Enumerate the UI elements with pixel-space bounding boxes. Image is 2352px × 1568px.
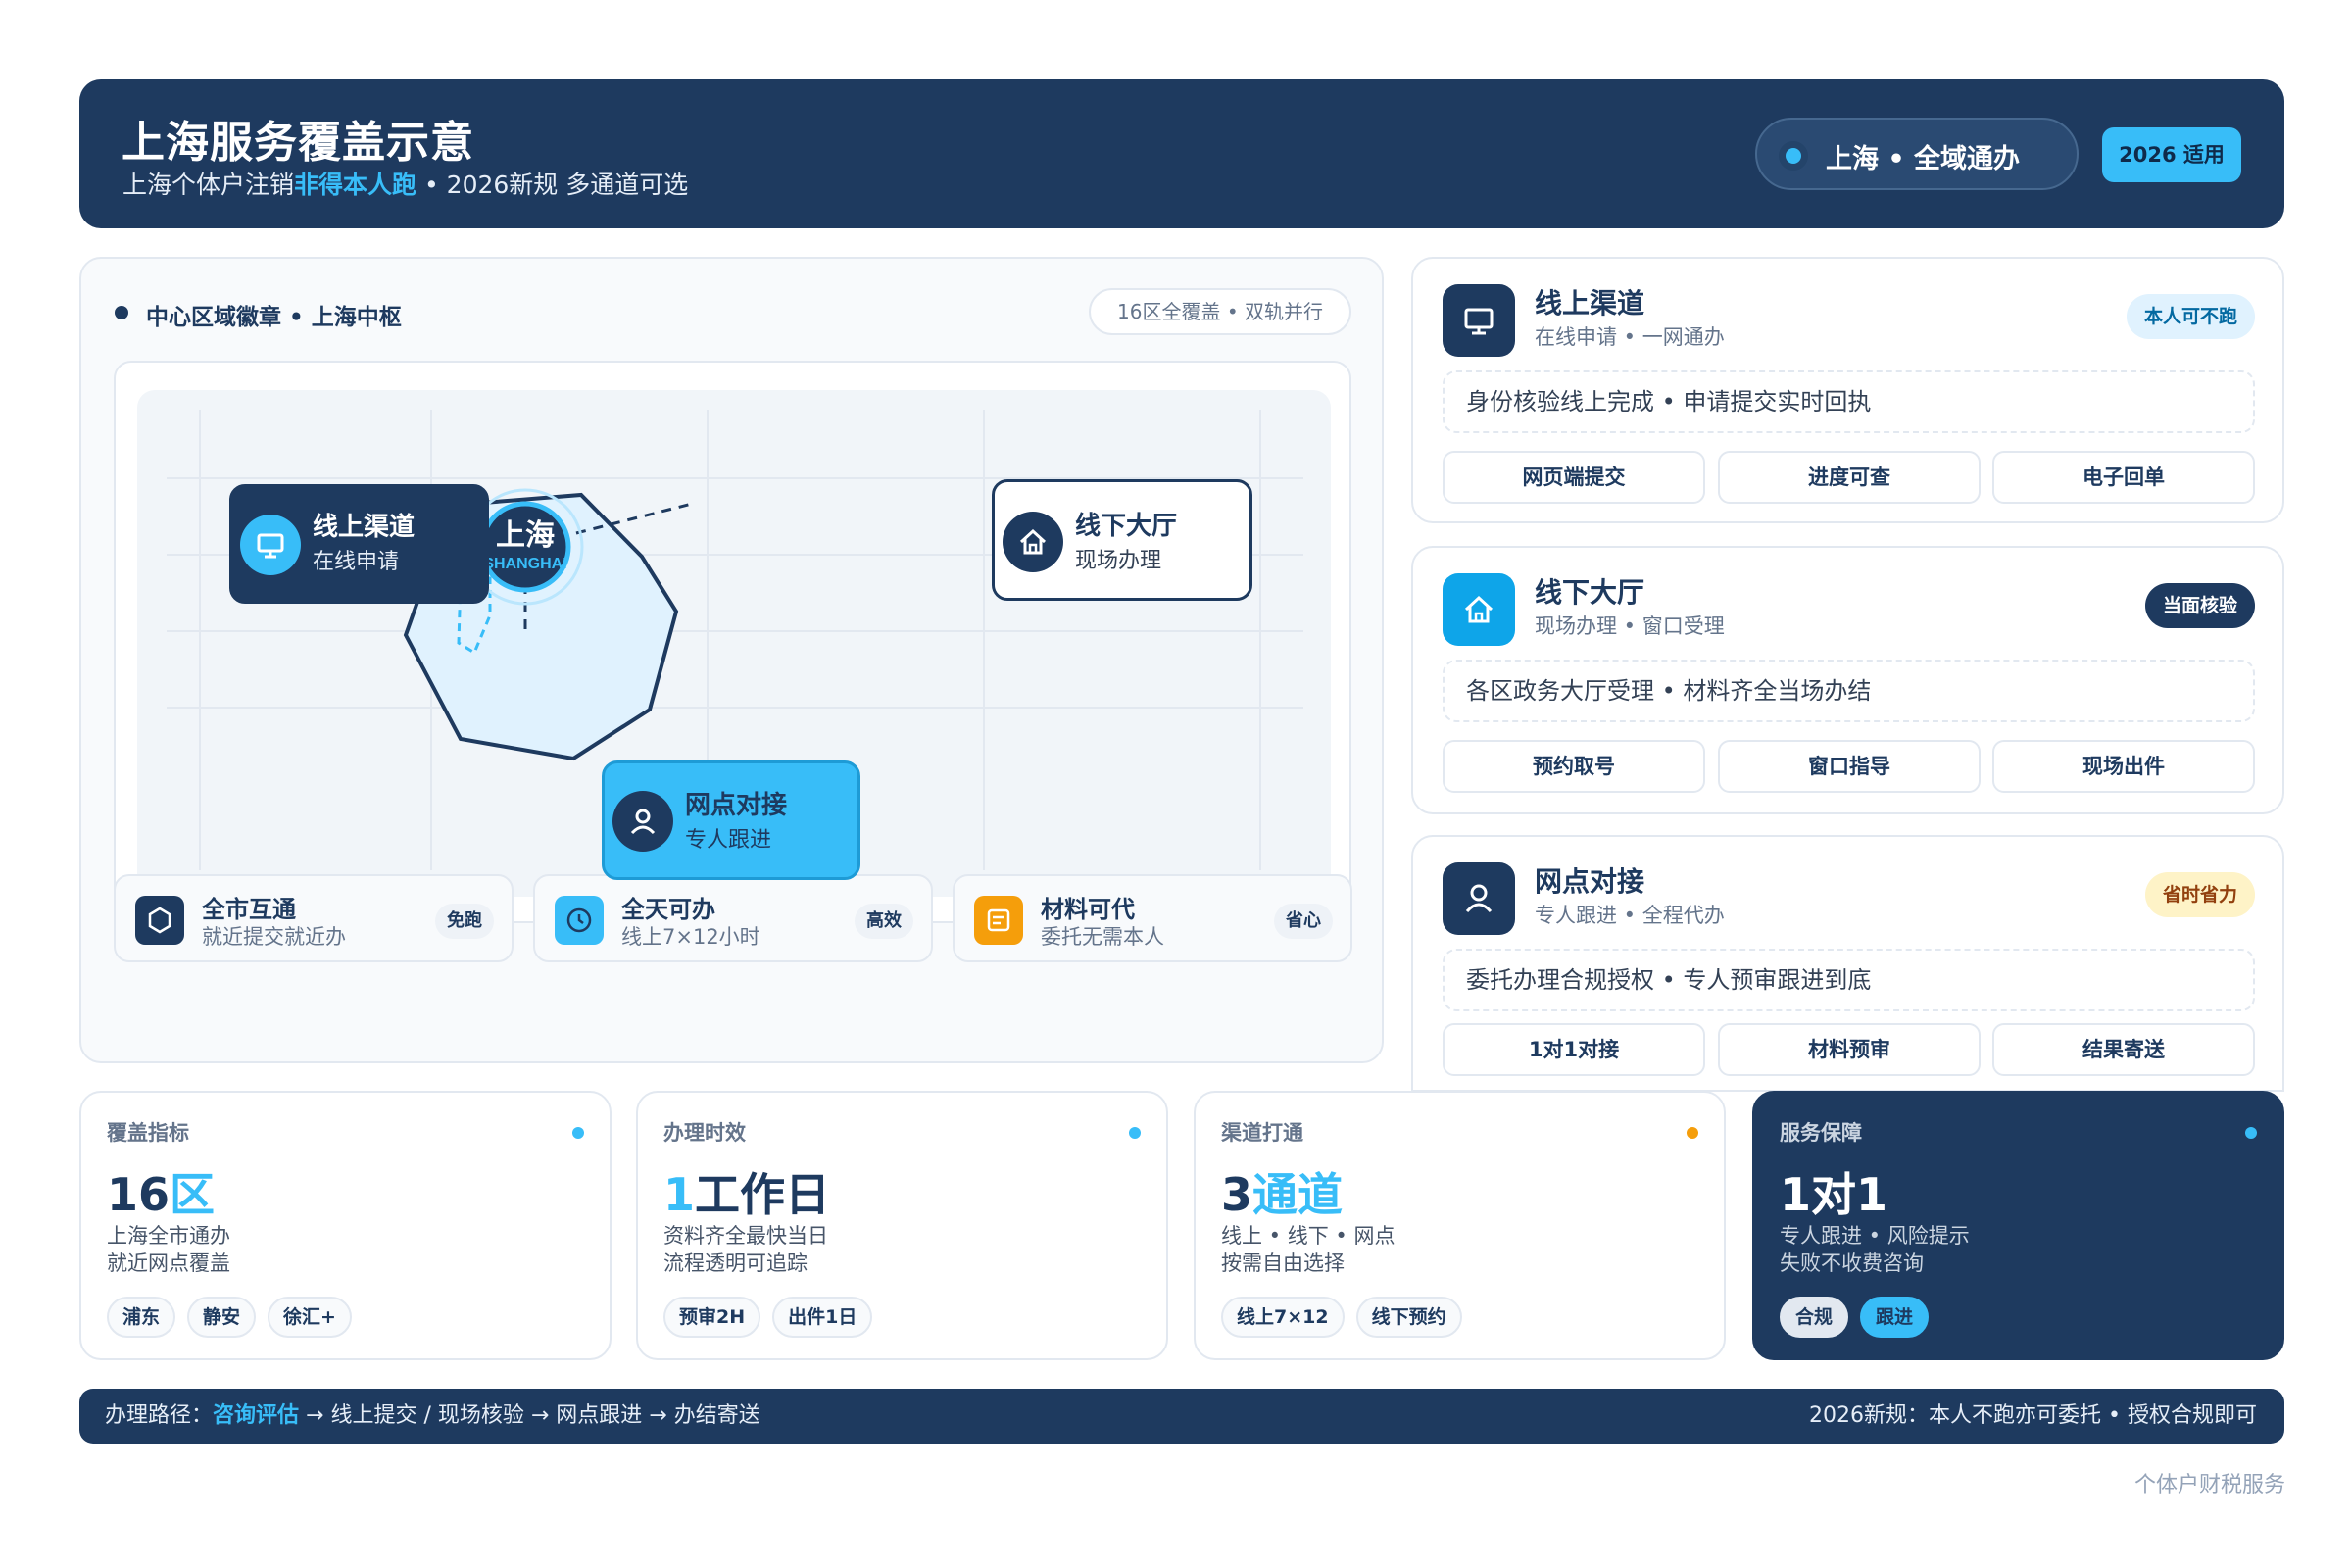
status-dot-icon xyxy=(1129,1127,1141,1139)
chip-pudong[interactable]: 浦东 xyxy=(107,1297,176,1338)
monitor-icon xyxy=(1443,284,1515,357)
channel-card-offline[interactable]: 线下大厅 现场办理 • 窗口受理 当面核验 各区政务大厅受理 • 材料齐全当场办… xyxy=(1411,546,2284,814)
stat-value: 16区 xyxy=(107,1168,216,1221)
status-dot-icon xyxy=(572,1127,584,1139)
button-window-guide[interactable]: 窗口指导 xyxy=(1718,740,1981,793)
user-icon xyxy=(612,791,673,852)
button-onsite-issue[interactable]: 现场出件 xyxy=(1992,740,2255,793)
hexagon-icon xyxy=(135,896,184,945)
stat-value: 1对1 xyxy=(1780,1168,1888,1221)
chip-prereview[interactable]: 预审2H xyxy=(663,1297,761,1338)
coverage-pill: 16区全覆盖 • 双轨并行 xyxy=(1089,288,1351,335)
stat-value: 3通道 xyxy=(1221,1168,1344,1221)
map-section-title: 中心区域徽章 • 上海中枢 xyxy=(146,305,402,330)
button-e-receipt[interactable]: 电子回单 xyxy=(1992,451,2255,504)
stat-value: 1工作日 xyxy=(663,1168,831,1221)
feature-tag: 高效 xyxy=(855,904,913,939)
chip-offline-reserve[interactable]: 线下预约 xyxy=(1355,1297,1462,1338)
location-dot-icon xyxy=(1779,141,1808,171)
button-one-on-one[interactable]: 1对1对接 xyxy=(1443,1023,1705,1076)
header-banner: 上海服务覆盖示意 上海个体户注销非得本人跑 • 2026新规 多通道可选 上海 … xyxy=(79,79,2284,228)
home-icon xyxy=(1003,512,1063,572)
button-material-review[interactable]: 材料预审 xyxy=(1718,1023,1981,1076)
button-web-submit[interactable]: 网页端提交 xyxy=(1443,451,1705,504)
user-icon xyxy=(1443,862,1515,935)
chip-compliance[interactable]: 合规 xyxy=(1780,1297,1849,1338)
year-badge[interactable]: 2026 适用 xyxy=(2102,127,2241,182)
map-card: 中心区域徽章 • 上海中枢 16区全覆盖 • 双轨并行 上海 SHANGHAI … xyxy=(79,257,1384,1063)
button-reserve-number[interactable]: 预约取号 xyxy=(1443,740,1705,793)
subtitle-highlight: 非得本人跑 xyxy=(294,171,417,199)
channel-badge: 省时省力 xyxy=(2144,872,2255,917)
policy-note: 2026新规：本人不跑亦可委托 • 授权合规即可 xyxy=(1809,1403,2257,1428)
chip-issue[interactable]: 出件1日 xyxy=(772,1297,873,1338)
section-dot-icon xyxy=(115,306,128,319)
button-progress-check[interactable]: 进度可查 xyxy=(1718,451,1981,504)
region-pill[interactable]: 上海 • 全域通办 xyxy=(1755,118,2079,190)
channel-badge: 本人可不跑 xyxy=(2126,294,2255,339)
feature-card-all-day[interactable]: 全天可办 线上7×12小时 高效 xyxy=(533,874,933,962)
channel-description: 各区政务大厅受理 • 材料齐全当场办结 xyxy=(1443,660,2255,722)
feature-tag: 免跑 xyxy=(435,904,494,939)
process-path-highlight: 咨询评估 xyxy=(213,1403,300,1428)
chip-follow-up[interactable]: 跟进 xyxy=(1860,1297,1930,1338)
channel-title: 线下大厅 xyxy=(1535,576,1645,609)
stat-card-coverage: 覆盖指标 16区 上海全市通办 就近网点覆盖 浦东 静安 徐汇+ xyxy=(79,1091,612,1360)
map-node-offline[interactable]: 线下大厅 现场办理 xyxy=(992,479,1252,601)
channel-card-branch[interactable]: 网点对接 专人跟进 • 全程代办 省时省力 委托办理合规授权 • 专人预审跟进到… xyxy=(1411,835,2284,1092)
channel-subtitle: 专人跟进 • 全程代办 xyxy=(1535,904,1725,927)
page-title: 上海服务覆盖示意 xyxy=(122,118,474,168)
page-subtitle: 上海个体户注销非得本人跑 • 2026新规 多通道可选 xyxy=(122,171,689,199)
channel-subtitle: 在线申请 • 一网通办 xyxy=(1535,325,1725,349)
document-icon xyxy=(974,896,1023,945)
chip-xuhui[interactable]: 徐汇+ xyxy=(268,1297,352,1338)
channel-description: 委托办理合规授权 • 专人预审跟进到底 xyxy=(1443,949,2255,1011)
status-dot-icon xyxy=(2245,1127,2257,1139)
chip-online-hours[interactable]: 线上7×12 xyxy=(1221,1297,1345,1338)
center-subtitle: SHANGHAI xyxy=(483,556,566,572)
channel-description: 身份核验线上完成 • 申请提交实时回执 xyxy=(1443,370,2255,433)
feature-tag: 省心 xyxy=(1274,904,1333,939)
stat-card-timing: 办理时效 1工作日 资料齐全最快当日 流程透明可追踪 预审2H 出件1日 xyxy=(636,1091,1168,1360)
map-node-online[interactable]: 线上渠道 在线申请 xyxy=(229,484,489,604)
brand-watermark: 个体户财税服务 xyxy=(2133,1473,2285,1497)
monitor-icon xyxy=(240,514,301,575)
channel-title: 线上渠道 xyxy=(1535,287,1645,319)
channel-card-online[interactable]: 线上渠道 在线申请 • 一网通办 本人可不跑 身份核验线上完成 • 申请提交实时… xyxy=(1411,257,2284,523)
status-dot-icon xyxy=(1687,1127,1698,1139)
stat-card-channels: 渠道打通 3通道 线上 • 线下 • 网点 按需自由选择 线上7×12 线下预约 xyxy=(1194,1091,1726,1360)
channel-title: 网点对接 xyxy=(1535,865,1645,898)
feature-card-cross-city[interactable]: 全市互通 就近提交就近办 免跑 xyxy=(114,874,514,962)
map-node-branch[interactable]: 网点对接 专人跟进 xyxy=(602,760,860,880)
home-icon xyxy=(1443,573,1515,646)
process-path: 办理路径：咨询评估 → 线上提交 / 现场核验 → 网点跟进 → 办结寄送 xyxy=(105,1403,760,1428)
chip-jingan[interactable]: 静安 xyxy=(187,1297,257,1338)
channel-badge: 当面核验 xyxy=(2144,583,2255,628)
feature-card-proxy-materials[interactable]: 材料可代 委托无需本人 省心 xyxy=(953,874,1352,962)
clock-icon xyxy=(555,896,604,945)
channel-subtitle: 现场办理 • 窗口受理 xyxy=(1535,614,1725,638)
button-result-mail[interactable]: 结果寄送 xyxy=(1992,1023,2255,1076)
footer-bar: 办理路径：咨询评估 → 线上提交 / 现场核验 → 网点跟进 → 办结寄送 20… xyxy=(79,1389,2284,1444)
center-title: 上海 xyxy=(496,519,555,552)
stat-card-guarantee: 服务保障 1对1 专人跟进 • 风险提示 失败不收费咨询 合规 跟进 xyxy=(1752,1091,2284,1360)
